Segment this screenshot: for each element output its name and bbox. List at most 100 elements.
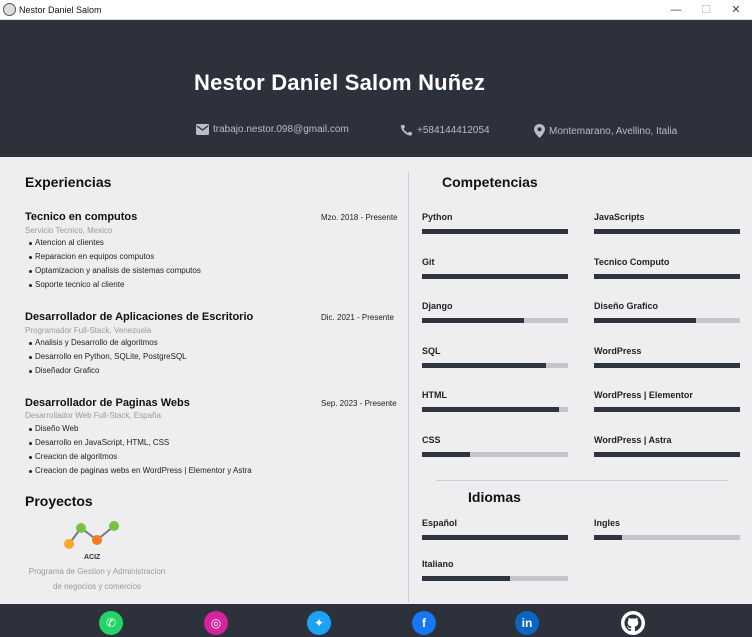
phone-text: +584144412054 [417, 124, 490, 136]
job-date: Mzo. 2018 - Presente [321, 213, 398, 222]
maximize-button[interactable]: ☐ [692, 2, 720, 18]
skill-label-django: Django [422, 301, 453, 312]
skill-label-git: Git [422, 256, 435, 267]
location-text: Montemarano, Avellino, Italia [549, 125, 678, 137]
language-level-bar [594, 535, 740, 540]
job-title: Desarrollador de Aplicaciones de Escrito… [25, 311, 254, 323]
language-level-fill [594, 535, 622, 540]
window-titlebar: Nestor Daniel Salom — ☐ ✕ [0, 0, 752, 20]
list-item: Desarrollo en JavaScript, HTML, CSS [29, 436, 252, 450]
job-title: Tecnico en computos [25, 211, 138, 223]
window-title: Nestor Daniel Salom [19, 5, 102, 15]
job-date: Dic. 2021 - Presente [321, 313, 394, 322]
list-item: Optamizacion y analisis de sistemas comp… [29, 264, 201, 278]
language-level-bar [422, 535, 568, 540]
skill-level-fill [594, 452, 740, 457]
phone-contact[interactable]: +584144412054 [400, 124, 490, 136]
list-item: Diseñador Grafico [29, 364, 187, 378]
location-pin-icon [534, 124, 545, 138]
skill-level-fill [594, 362, 740, 368]
languages-heading: Idiomas [468, 489, 521, 505]
aciz-project-logo[interactable]: ACIZ [62, 520, 124, 564]
column-divider [408, 172, 409, 602]
skills-heading: Competencias [442, 174, 538, 190]
language-label-espanol: Español [422, 518, 458, 528]
language-level-bar [422, 576, 568, 581]
list-item: Creacion de paginas webs en WordPress | … [29, 464, 252, 478]
minimize-button[interactable]: — [662, 2, 690, 18]
job-duties-list: Diseño Web Desarrollo en JavaScript, HTM… [29, 422, 252, 478]
list-item: Desarrollo en Python, SQLite, PostgreSQL [29, 350, 187, 364]
skill-level-bar [594, 362, 740, 368]
projects-heading: Proyectos [25, 493, 93, 509]
skill-label-javascripts: JavaScripts [594, 212, 645, 222]
skill-level-bar [594, 229, 740, 234]
social-footer: ✆ ◎ ✦ f in [0, 604, 752, 637]
skill-level-fill [594, 229, 740, 234]
skill-level-bar [422, 229, 568, 234]
skill-level-bar [422, 407, 568, 413]
language-label-ingles: Ingles [594, 518, 621, 528]
resume-header: Nestor Daniel Salom Nuñez trabajo.nestor… [0, 20, 752, 157]
skill-label-html: HTML [422, 390, 447, 401]
skill-level-fill [422, 229, 568, 234]
facebook-icon[interactable]: f [412, 611, 436, 635]
project-description-line: Programa de Gestion y Administracion [28, 567, 166, 576]
skill-level-bar [594, 273, 740, 279]
linkedin-icon[interactable]: in [515, 611, 539, 635]
language-level-fill [422, 576, 510, 581]
skill-label-css: CSS [422, 435, 441, 445]
twitter-icon[interactable]: ✦ [307, 611, 331, 635]
skill-level-fill [422, 318, 525, 324]
skill-level-fill [422, 452, 471, 457]
skill-label-tecnico-computo: Tecnico Computo [594, 256, 670, 267]
mail-icon [196, 124, 209, 135]
job-title: Desarrollador de Paginas Webs [25, 397, 190, 409]
list-item: Creacion de algoritmos [29, 450, 252, 464]
job-duties-list: Analisis y Desarrollo de algoritmos Desa… [29, 336, 187, 378]
job-date: Sep. 2023 - Presente [321, 399, 397, 408]
job-subtitle: Desarrollador Web Full-Stack, España [25, 411, 161, 420]
whatsapp-icon[interactable]: ✆ [99, 611, 123, 635]
close-button[interactable]: ✕ [722, 2, 750, 18]
app-icon [3, 3, 16, 16]
list-item: Analisis y Desarrollo de algoritmos [29, 336, 187, 350]
language-label-italiano: Italiano [422, 559, 454, 569]
skill-level-fill [594, 318, 697, 324]
list-item: Soporte tecnico al cliente [29, 278, 201, 292]
job-subtitle: Servicio Tecnico, Mexico [25, 226, 113, 235]
skill-level-bar [422, 318, 568, 324]
experience-heading: Experiencias [25, 174, 112, 190]
skill-label-diseno-grafico: Diseño Grafico [594, 301, 659, 312]
language-level-fill [422, 535, 568, 540]
project-description-line: de negocios y comercios [52, 582, 142, 591]
github-icon[interactable] [621, 611, 645, 635]
full-name: Nestor Daniel Salom Nuñez [194, 70, 486, 95]
skill-label-wordpress: WordPress [594, 345, 642, 356]
languages-divider [436, 480, 728, 481]
location-contact[interactable]: Montemarano, Avellino, Italia [534, 124, 677, 138]
skill-label-wordpress-astra: WordPress | Astra [594, 435, 672, 445]
project-description: Programa de Gestion y Administracion de … [22, 564, 172, 594]
skill-level-bar [422, 273, 568, 279]
skill-label-sql: SQL [422, 345, 441, 356]
skill-level-bar [422, 362, 568, 368]
instagram-icon[interactable]: ◎ [204, 611, 228, 635]
job-duties-list: Atencion al clientes Reparacion en equip… [29, 236, 201, 292]
skill-level-fill [594, 273, 740, 279]
phone-icon [400, 124, 412, 136]
job-subtitle: Programador Full-Stack, Venezuela [25, 326, 152, 335]
email-text: trabajo.nestor.098@gmail.com [213, 124, 349, 135]
skill-level-fill [422, 273, 568, 279]
list-item: Diseño Web [29, 422, 252, 436]
skill-level-fill [422, 362, 547, 368]
skill-level-fill [594, 407, 740, 413]
skill-level-bar [594, 318, 740, 324]
skill-level-bar [594, 452, 740, 457]
skill-level-bar [594, 407, 740, 413]
skill-level-fill [422, 407, 560, 413]
email-contact[interactable]: trabajo.nestor.098@gmail.com [196, 124, 349, 135]
skill-label-wordpress-elementor: WordPress | Elementor [594, 390, 693, 401]
list-item: Reparacion en equipos computos [29, 250, 201, 264]
skill-label-python: Python [422, 212, 453, 222]
